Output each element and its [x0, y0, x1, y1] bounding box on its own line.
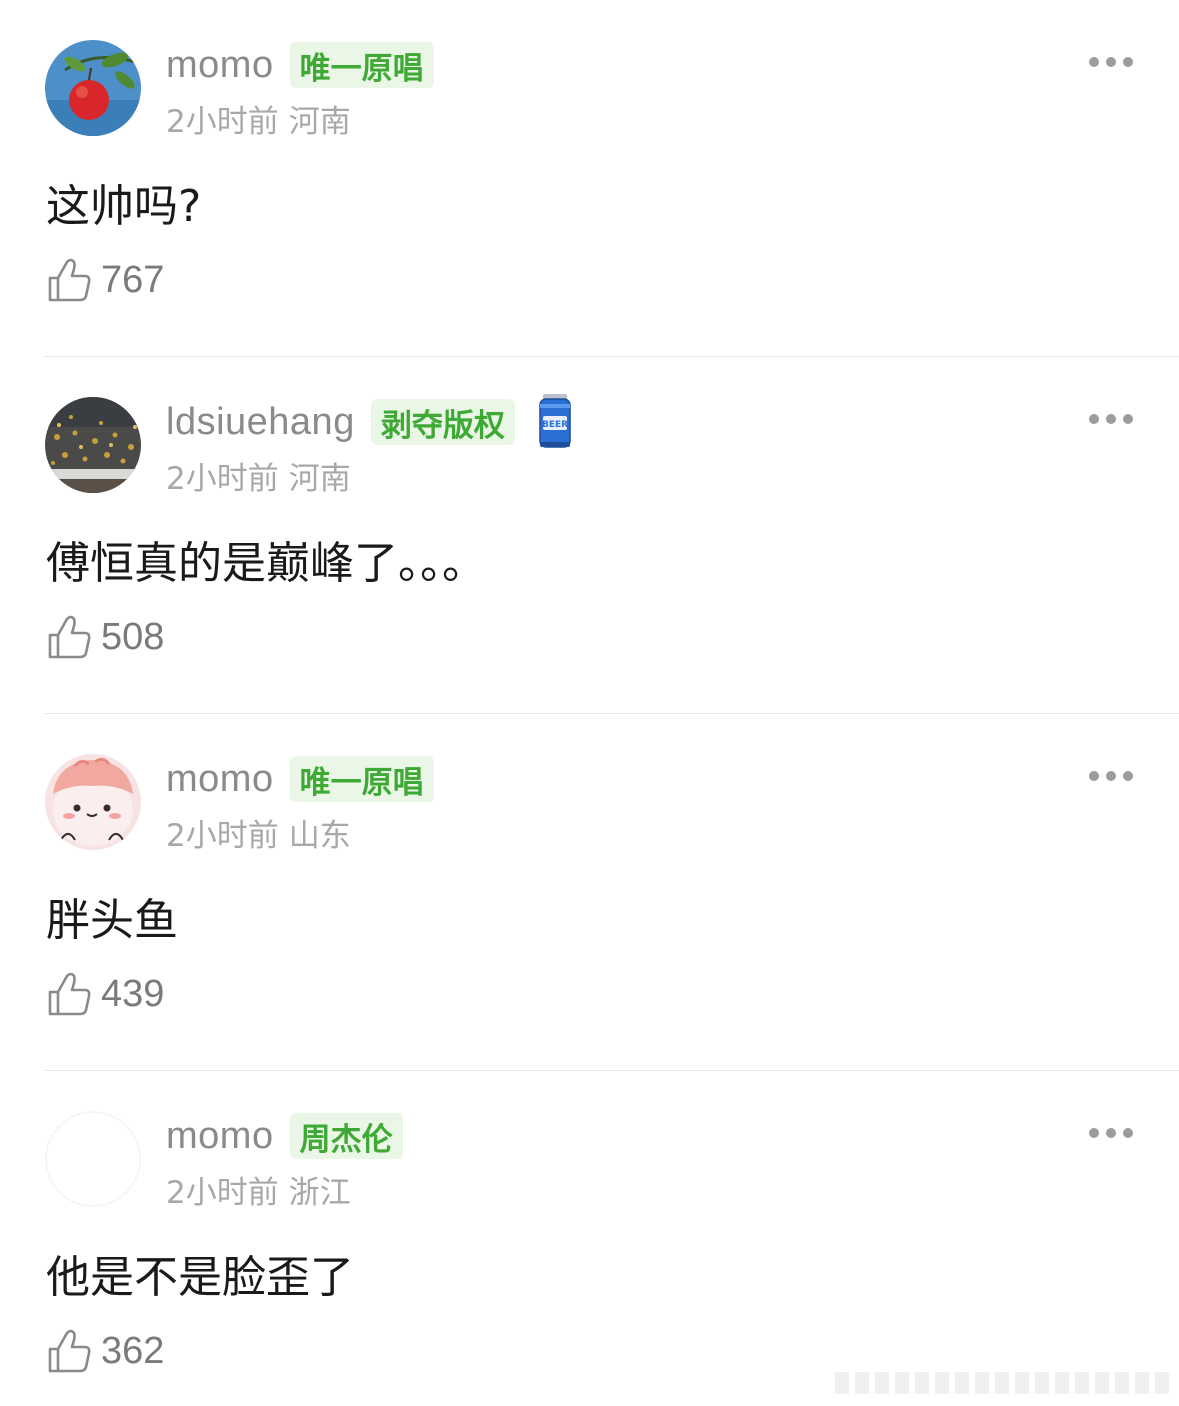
timestamp: 2小时前 [166, 104, 279, 140]
more-options-icon[interactable] [1089, 57, 1133, 67]
comment-item: momo 周杰伦 2小时前 浙江 他是不是脸歪了 362 [0, 1071, 1179, 1406]
like-count: 362 [101, 1329, 165, 1372]
more-options-icon[interactable] [1089, 771, 1133, 781]
thumbs-up-icon [48, 1329, 91, 1373]
avatar[interactable] [45, 397, 141, 493]
thumbs-up-icon [48, 972, 91, 1016]
username[interactable]: momo [166, 758, 274, 801]
comment-meta: 2小时前 河南 [166, 96, 351, 141]
comment-text: 他是不是脸歪了 [46, 1252, 354, 1303]
username[interactable]: momo [166, 44, 274, 87]
comment-item: ldsiuehang 剥夺版权 BEER 2小时前 河南 傅恒真的是巅峰了。。。 … [0, 357, 1179, 714]
watermark [835, 1372, 1169, 1394]
beer-can-icon: BEER [539, 394, 571, 448]
timestamp: 2小时前 [166, 461, 279, 497]
comment-meta: 2小时前 山东 [166, 810, 351, 855]
avatar[interactable] [45, 1111, 141, 1207]
like-count: 439 [101, 972, 165, 1015]
comment-feed: momo 唯一原唱 2小时前 河南 这帅吗? 767 ldsiuehang 剥夺… [0, 0, 1179, 1406]
fan-badge: 剥夺版权 [370, 399, 515, 445]
location: 河南 [288, 461, 351, 497]
avatar[interactable] [45, 40, 141, 136]
fan-badge: 唯一原唱 [289, 42, 434, 88]
comment-header: momo 周杰伦 [166, 1109, 403, 1163]
comment-header: momo 唯一原唱 [166, 752, 434, 806]
location: 山东 [288, 818, 351, 854]
like-button[interactable]: 362 [47, 1327, 164, 1375]
comment-item: momo 唯一原唱 2小时前 山东 胖头鱼 439 [0, 714, 1179, 1071]
fan-badge: 唯一原唱 [289, 756, 434, 802]
comment-meta: 2小时前 河南 [166, 453, 351, 498]
blank-avatar-icon [45, 1111, 141, 1207]
comment-meta: 2小时前 浙江 [166, 1167, 351, 1212]
comment-item: momo 唯一原唱 2小时前 河南 这帅吗? 767 [0, 0, 1179, 357]
location: 河南 [288, 104, 351, 140]
username[interactable]: ldsiuehang [166, 401, 355, 444]
timestamp: 2小时前 [166, 1175, 279, 1211]
comment-text: 胖头鱼 [46, 895, 178, 946]
pink-cartoon-avatar-icon [45, 754, 141, 850]
location: 浙江 [288, 1175, 351, 1211]
thumbs-up-icon [48, 615, 91, 659]
comment-text: 这帅吗? [46, 181, 202, 232]
like-count: 508 [101, 615, 165, 658]
leaves-road-avatar-icon [45, 397, 141, 493]
more-options-icon[interactable] [1089, 414, 1133, 424]
comment-text: 傅恒真的是巅峰了。。。 [46, 538, 486, 589]
apple-avatar-icon [45, 40, 141, 136]
svg-text:BEER: BEER [542, 420, 568, 430]
avatar[interactable] [45, 754, 141, 850]
like-button[interactable]: 439 [47, 970, 164, 1018]
like-button[interactable]: 767 [47, 256, 164, 304]
comment-header: momo 唯一原唱 [166, 38, 434, 92]
comment-header: ldsiuehang 剥夺版权 BEER [166, 394, 573, 449]
timestamp: 2小时前 [166, 818, 279, 854]
username[interactable]: momo [166, 1115, 274, 1158]
like-button[interactable]: 508 [47, 613, 164, 661]
thumbs-up-icon [48, 258, 91, 302]
fan-badge: 周杰伦 [289, 1113, 403, 1159]
more-options-icon[interactable] [1089, 1128, 1133, 1138]
like-count: 767 [101, 258, 165, 301]
